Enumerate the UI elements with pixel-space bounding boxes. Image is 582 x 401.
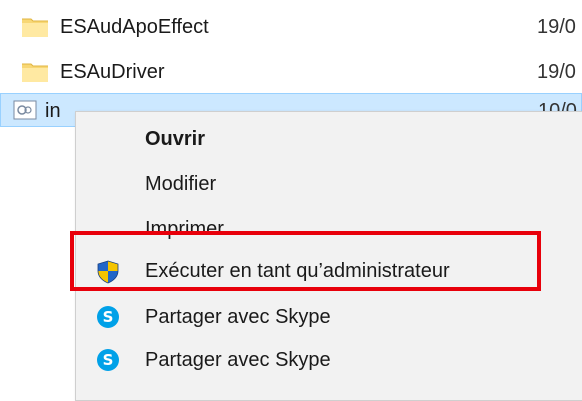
- file-row-esaudriver[interactable]: ESAuDriver 19/0: [0, 55, 582, 89]
- skype-icon: S: [97, 306, 119, 328]
- highlight-box: [70, 231, 541, 291]
- setup-information-file-icon: [13, 100, 37, 120]
- file-name: ESAuDriver: [60, 61, 165, 83]
- menu-item-label: Ouvrir: [145, 128, 206, 150]
- file-name: in: [45, 100, 61, 122]
- menu-item-label: Modifier: [145, 173, 217, 195]
- folder-icon: [22, 18, 48, 37]
- menu-item-share-skype[interactable]: S Partager avec Skype: [76, 295, 582, 339]
- file-row-esaudapoeffect[interactable]: ESAudApoEffect 19/0: [0, 10, 582, 44]
- menu-item-label: Partager avec Skype: [145, 306, 331, 328]
- menu-item-open[interactable]: Ouvrir: [76, 117, 582, 161]
- file-name: ESAudApoEffect: [60, 16, 209, 38]
- folder-icon: [22, 63, 48, 82]
- menu-item-label: Partager avec Skype: [145, 349, 331, 371]
- skype-icon: S: [97, 349, 119, 371]
- menu-item-share-skype-2[interactable]: S Partager avec Skype: [76, 338, 582, 382]
- file-date: 19/0: [537, 61, 576, 83]
- menu-item-edit[interactable]: Modifier: [76, 162, 582, 206]
- file-date: 19/0: [537, 16, 576, 38]
